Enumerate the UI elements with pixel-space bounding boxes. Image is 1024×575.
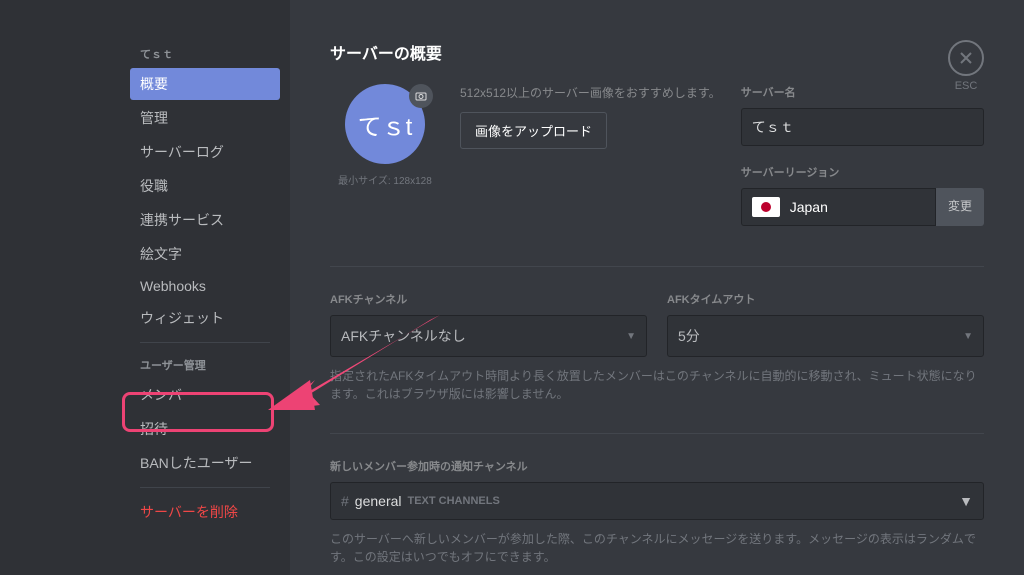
hash-icon: # bbox=[341, 493, 349, 509]
sidebar-item-overview[interactable]: 概要 bbox=[130, 68, 280, 100]
sidebar-item-invites[interactable]: 招待 bbox=[130, 413, 280, 445]
system-channel-select[interactable]: # general TEXT CHANNELS ▼ bbox=[330, 482, 984, 520]
close-icon bbox=[958, 50, 974, 66]
sidebar-item-roles[interactable]: 役職 bbox=[130, 170, 280, 202]
main-content: ESC サーバーの概要 てｓt 最小サイズ: 128x128 512x512以上… bbox=[290, 0, 1024, 575]
divider bbox=[330, 433, 984, 434]
upload-indicator-icon bbox=[409, 84, 433, 108]
server-avatar[interactable]: てｓt bbox=[345, 84, 425, 164]
afk-channel-label: AFKチャンネル bbox=[330, 291, 647, 307]
new-member-channel-label: 新しいメンバー参加時の通知チャンネル bbox=[330, 458, 984, 474]
settings-sidebar: てｓｔ 概要 管理 サーバーログ 役職 連携サービス 絵文字 Webhooks … bbox=[0, 0, 290, 575]
close-label: ESC bbox=[948, 80, 984, 92]
afk-help-text: 指定されたAFKタイムアウト時間より長く放置したメンバーはこのチャンネルに自動的… bbox=[330, 367, 984, 403]
afk-channel-select[interactable]: AFKチャンネルなし ▼ bbox=[330, 315, 647, 357]
chevron-down-icon: ▼ bbox=[963, 331, 973, 342]
region-value: Japan bbox=[790, 199, 828, 215]
sidebar-item-moderation[interactable]: 管理 bbox=[130, 102, 280, 134]
sidebar-item-members[interactable]: メンバー bbox=[130, 379, 280, 411]
sidebar-item-widget[interactable]: ウィジェット bbox=[130, 302, 280, 334]
region-display: Japan bbox=[741, 188, 936, 226]
chevron-down-icon: ▼ bbox=[959, 493, 973, 509]
delete-server-button[interactable]: サーバーを削除 bbox=[130, 496, 280, 528]
avatar-min-size-hint: 最小サイズ: 128x128 bbox=[330, 172, 440, 187]
divider bbox=[330, 266, 984, 267]
afk-timeout-label: AFKタイムアウト bbox=[667, 291, 984, 307]
close-area: ESC bbox=[948, 40, 984, 92]
server-name-header: てｓｔ bbox=[130, 40, 280, 68]
upload-image-button[interactable]: 画像をアップロード bbox=[460, 112, 607, 149]
sidebar-item-audit-log[interactable]: サーバーログ bbox=[130, 136, 280, 168]
new-member-help-text: このサーバーへ新しいメンバーが参加した際、このチャンネルにメッセージを送ります。… bbox=[330, 530, 984, 566]
japan-flag-icon bbox=[752, 197, 780, 217]
afk-timeout-select[interactable]: 5分 ▼ bbox=[667, 315, 984, 357]
upload-hint: 512x512以上のサーバー画像をおすすめします。 bbox=[460, 84, 721, 102]
divider bbox=[140, 342, 270, 343]
page-title: サーバーの概要 bbox=[330, 40, 984, 64]
chevron-down-icon: ▼ bbox=[626, 331, 636, 342]
sidebar-item-integrations[interactable]: 連携サービス bbox=[130, 204, 280, 236]
close-button[interactable] bbox=[948, 40, 984, 76]
divider bbox=[140, 487, 270, 488]
sidebar-item-webhooks[interactable]: Webhooks bbox=[130, 272, 280, 300]
server-name-input[interactable] bbox=[741, 108, 984, 146]
server-region-label: サーバーリージョン bbox=[741, 164, 984, 180]
sidebar-item-emoji[interactable]: 絵文字 bbox=[130, 238, 280, 270]
user-management-header: ユーザー管理 bbox=[130, 351, 280, 379]
sidebar-item-bans[interactable]: BANしたユーザー bbox=[130, 447, 280, 479]
change-region-button[interactable]: 変更 bbox=[936, 188, 984, 226]
